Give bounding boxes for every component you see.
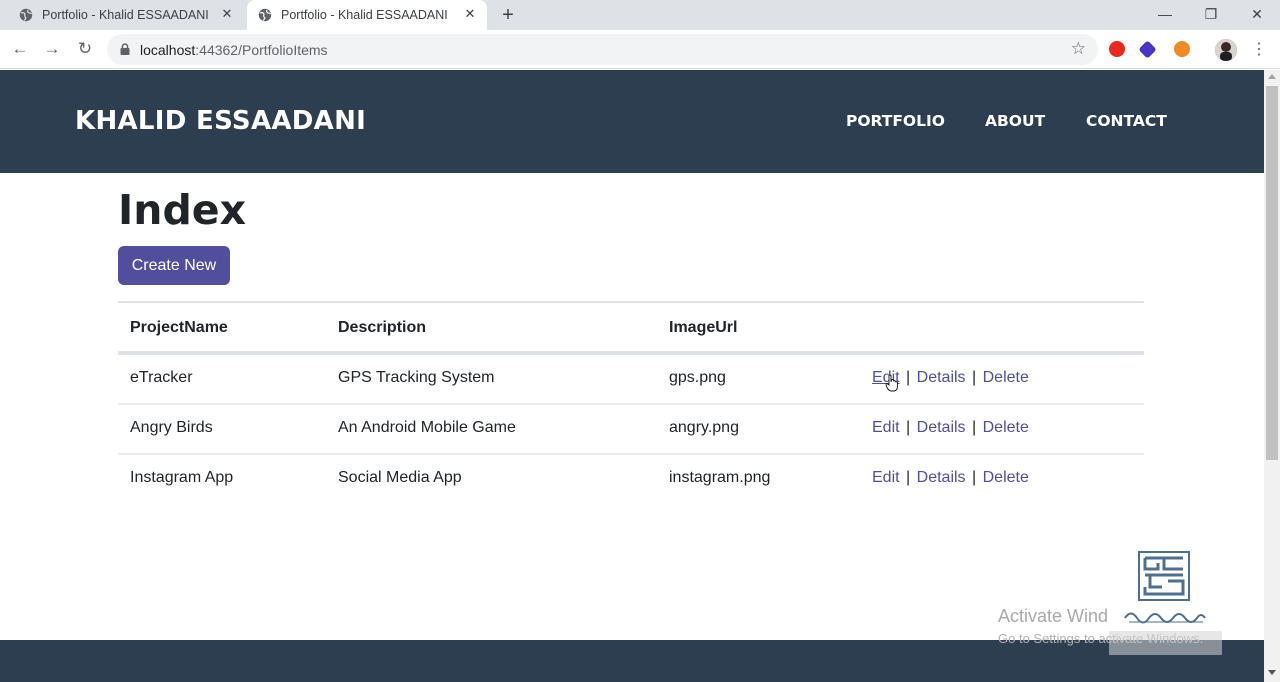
url-path: :44362/PortfolioItems	[195, 42, 328, 58]
scroll-down-arrow-icon[interactable]	[1268, 670, 1276, 675]
address-bar[interactable]: localhost:44362/PortfolioItems ☆	[107, 34, 1098, 65]
separator: |	[972, 369, 977, 386]
column-header-projectname: ProjectName	[130, 319, 228, 336]
bookmark-star-icon[interactable]: ☆	[1071, 40, 1086, 58]
cell-project-name: Instagram App	[130, 469, 234, 486]
create-new-button[interactable]: Create New	[118, 246, 230, 285]
close-icon[interactable]: ✕	[220, 7, 234, 21]
table-header: ProjectName Description ImageUrl	[118, 303, 1144, 355]
cell-project-name: eTracker	[130, 369, 193, 386]
cell-description: An Android Mobile Game	[338, 419, 516, 436]
separator: |	[972, 419, 977, 436]
tab-title: Portfolio - Khalid ESSAADANI	[281, 8, 448, 22]
cell-image-url: gps.png	[669, 369, 726, 386]
page-title: Index	[118, 186, 247, 234]
scroll-up-arrow-icon[interactable]	[1268, 74, 1276, 79]
edit-link[interactable]: Edit	[872, 419, 900, 436]
browser-tab-2[interactable]: Portfolio - Khalid ESSAADANI ✕	[247, 0, 487, 30]
delete-link[interactable]: Delete	[983, 369, 1029, 386]
cell-description: Social Media App	[338, 469, 462, 486]
new-tab-plus-icon[interactable]: +	[499, 5, 517, 25]
details-link[interactable]: Details	[917, 469, 966, 486]
details-link[interactable]: Details	[917, 369, 966, 386]
separator: |	[906, 419, 911, 436]
watermark-box	[1109, 631, 1222, 655]
nav-link-contact[interactable]: CONTACT	[1086, 112, 1167, 130]
browser-tab-1[interactable]: Portfolio - Khalid ESSAADANI ✕	[8, 0, 244, 30]
globe-icon	[19, 8, 33, 22]
activate-windows-title: Activate Wind	[998, 606, 1109, 626]
url-host: localhost	[140, 42, 196, 58]
separator: |	[906, 369, 911, 386]
delete-link[interactable]: Delete	[983, 419, 1029, 436]
cell-description: GPS Tracking System	[338, 369, 495, 386]
nav-link-portfolio[interactable]: PORTFOLIO	[846, 112, 945, 130]
globe-icon	[258, 8, 272, 22]
tab-title: Portfolio - Khalid ESSAADANI	[42, 8, 209, 22]
separator: |	[972, 469, 977, 486]
column-header-imageurl: ImageUrl	[669, 319, 738, 336]
profile-avatar[interactable]	[1215, 39, 1237, 61]
table-row: Instagram App Social Media App instagram…	[118, 455, 1144, 505]
table-row: Angry Birds An Android Mobile Game angry…	[118, 405, 1144, 455]
cell-image-url: instagram.png	[669, 469, 771, 486]
academy-arabic-logotype	[1124, 612, 1206, 624]
row-actions: Edit | Details | Delete	[872, 469, 1029, 487]
lock-icon	[120, 43, 130, 55]
menu-kebab-icon[interactable]: ⋮	[1251, 39, 1267, 61]
browser-toolbar: ← → ↻ localhost:44362/PortfolioItems ☆	[0, 30, 1280, 69]
site-brand[interactable]: KHALID ESSAADANI	[75, 106, 366, 136]
restore-icon[interactable]: ❐	[1201, 4, 1221, 24]
row-actions: Edit | Details | Delete	[872, 419, 1029, 437]
column-header-description: Description	[338, 319, 427, 336]
edit-link[interactable]: Edit	[872, 469, 900, 486]
page-viewport: KHALID ESSAADANI PORTFOLIO ABOUT CONTACT…	[0, 70, 1264, 682]
extension-shield-icon[interactable]	[1109, 41, 1125, 57]
forward-arrow-icon[interactable]: →	[42, 39, 62, 59]
url-text: localhost:44362/PortfolioItems	[140, 42, 328, 58]
cell-project-name: Angry Birds	[130, 419, 213, 436]
site-footer	[0, 640, 1264, 682]
cell-image-url: angry.png	[669, 419, 739, 436]
close-icon[interactable]: ✕	[463, 7, 477, 21]
nav-link-about[interactable]: ABOUT	[985, 112, 1045, 130]
reload-icon[interactable]: ↻	[75, 39, 95, 59]
portfolio-table: ProjectName Description ImageUrl eTracke…	[118, 301, 1144, 505]
extension-orange-icon[interactable]	[1174, 41, 1190, 57]
window-close-icon[interactable]: ✕	[1247, 4, 1267, 24]
minimize-icon[interactable]: —	[1155, 4, 1175, 24]
avatar-icon	[1215, 39, 1237, 61]
site-navbar: KHALID ESSAADANI PORTFOLIO ABOUT CONTACT	[0, 70, 1264, 173]
details-link[interactable]: Details	[917, 419, 966, 436]
scrollbar-thumb[interactable]	[1266, 86, 1278, 460]
academy-logo-watermark	[1138, 551, 1190, 601]
back-arrow-icon[interactable]: ←	[10, 39, 30, 59]
delete-link[interactable]: Delete	[983, 469, 1029, 486]
hand-cursor-icon	[885, 374, 898, 392]
table-row: eTracker GPS Tracking System gps.png Edi…	[118, 355, 1144, 405]
browser-tabstrip: Portfolio - Khalid ESSAADANI ✕ Portfolio…	[0, 0, 1280, 30]
separator: |	[906, 469, 911, 486]
